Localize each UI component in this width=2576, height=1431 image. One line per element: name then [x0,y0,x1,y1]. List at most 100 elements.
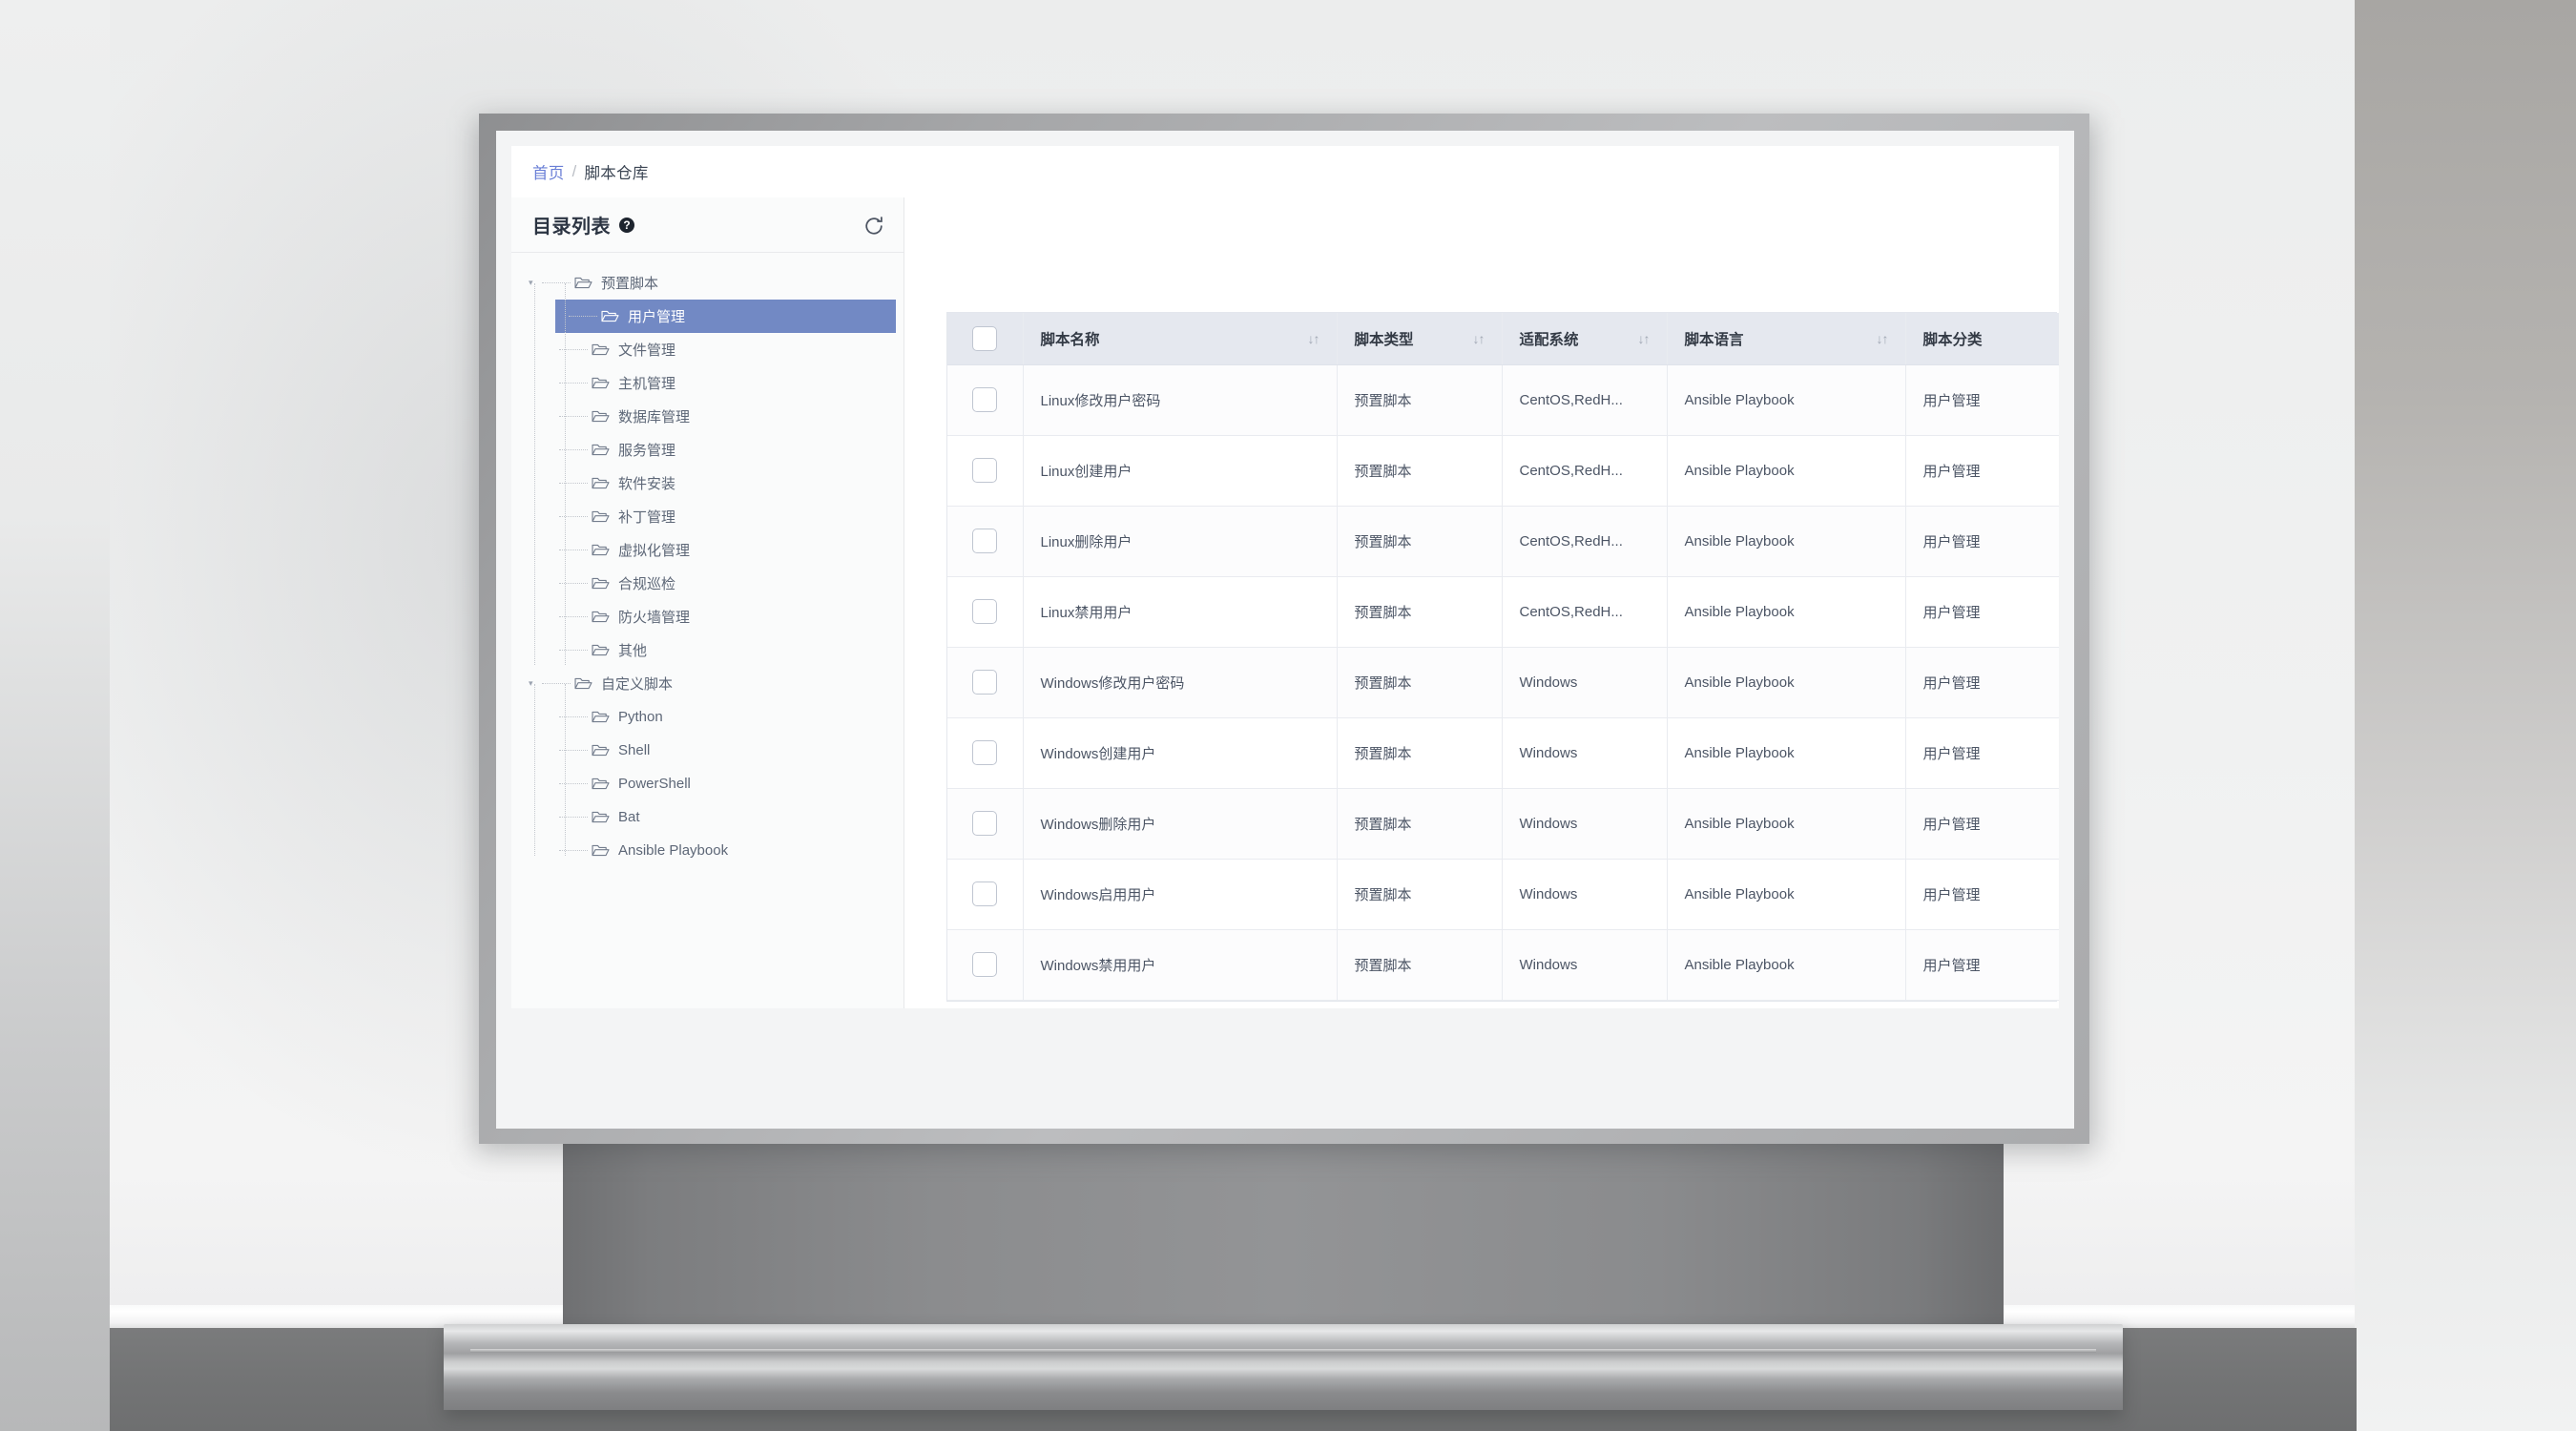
sort-icon-name[interactable]: ↓↑ [1308,331,1320,346]
cell-script-name: Windows启用用户 [1023,859,1338,930]
tree-item-python[interactable]: Python [511,700,904,734]
expand-caret-icon[interactable]: ▾ [529,279,542,287]
folder-icon [592,710,610,724]
folder-icon [592,810,610,824]
row-checkbox[interactable] [972,670,998,695]
row-checkbox[interactable] [972,952,998,977]
script-table: 脚本名称 ↓↑ 脚本类型 ↓↑ 适配系统 ↓↑ 脚本语言 ↓↑ 脚本分类 Lin… [947,313,2059,1001]
tree-item-label: 软件安装 [618,476,676,492]
folder-icon [592,376,610,390]
table-row[interactable]: Windows启用用户 预置脚本 Windows Ansible Playbook 用户… [947,859,2059,930]
select-all-checkbox[interactable] [972,325,998,351]
table-row[interactable]: Linux删除用户 预置脚本 CentOS,RedH... Ansible Playb… [947,506,2059,577]
cell-script-category: 用户管理 [1905,859,2059,930]
tree-item-主机管理[interactable]: 主机管理 [511,366,904,400]
cell-script-category: 用户管理 [1905,647,2059,718]
cell-script-language: Ansible Playbook [1667,364,1906,436]
sidebar-directory-panel: 目录列表 ? ▾ 预置脚本 用户管理 文件管理 主机管理 数据库管理 服务管理 软件安装 补丁管… [511,197,904,1008]
tree-item-label: 合规巡检 [618,576,676,592]
tree-item-其他[interactable]: 其他 [511,633,904,667]
folder-icon [592,576,610,591]
folder-icon [592,643,610,657]
tree-item-label: Shell [618,742,651,758]
tree-item-软件安装[interactable]: 软件安装 [511,467,904,500]
sort-icon-os[interactable]: ↓↑ [1638,331,1651,346]
breadcrumb-home-link[interactable]: 首页 [532,160,565,183]
column-header-name[interactable]: 脚本名称 ↓↑ [1023,313,1338,365]
tree-item-ansible-playbook[interactable]: Ansible Playbook [511,834,904,867]
folder-icon [592,743,610,757]
tree-item-合规巡检[interactable]: 合规巡检 [511,567,904,600]
help-icon[interactable]: ? [619,217,634,233]
column-header-category[interactable]: 脚本分类 ↓↑ [1905,313,2059,365]
cell-script-language: Ansible Playbook [1667,859,1906,930]
tree-guide-line [559,383,588,384]
row-checkbox[interactable] [972,458,998,483]
table-row[interactable]: Linux修改用户密码 预置脚本 CentOS,RedH... Ansible Pla… [947,364,2059,436]
row-checkbox[interactable] [972,387,998,412]
tree-guide-line [542,683,571,684]
tree-item-用户管理[interactable]: 用户管理 [555,300,896,333]
column-header-type[interactable]: 脚本类型 ↓↑ [1337,313,1503,365]
tree-guide-line [559,750,588,751]
tree-item-label: Bat [618,809,640,825]
row-checkbox[interactable] [972,881,998,906]
tree-item-powershell[interactable]: PowerShell [511,767,904,800]
row-checkbox[interactable] [972,529,998,553]
tree-item-服务管理[interactable]: 服务管理 [511,433,904,467]
column-header-type-label: 脚本类型 [1354,331,1414,348]
cell-script-name: Windows删除用户 [1023,788,1338,860]
table-row[interactable]: Windows创建用户 预置脚本 Windows Ansible Playbook 用户… [947,717,2059,789]
directory-tree: ▾ 预置脚本 用户管理 文件管理 主机管理 数据库管理服务管理软件安装补丁管理虚拟化管理合… [511,253,904,1008]
tree-item-虚拟化管理[interactable]: 虚拟化管理 [511,533,904,567]
tree-item-防火墙管理[interactable]: 防火墙管理 [511,600,904,633]
tree-guide-line [559,616,588,617]
row-checkbox-cell [947,506,1024,577]
folder-icon [601,309,619,323]
row-checkbox[interactable] [972,811,998,836]
table-row[interactable]: Linux创建用户 预置脚本 CentOS,RedH... Ansible Playb… [947,435,2059,507]
cell-script-category: 用户管理 [1905,717,2059,789]
sort-icon-type[interactable]: ↓↑ [1473,331,1485,346]
cell-script-name: Windows修改用户密码 [1023,647,1338,718]
cell-script-language: Ansible Playbook [1667,929,1906,1001]
table-row[interactable]: Windows删除用户 预置脚本 Windows Ansible Playbook 用户… [947,788,2059,860]
row-checkbox-cell [947,717,1024,789]
folder-icon [592,843,610,858]
tree-item-label: 补丁管理 [618,509,676,526]
cell-script-type: 预置脚本 [1337,788,1503,860]
tree-item-数据库管理[interactable]: 数据库管理 [511,400,904,433]
tree-item-label: 自定义脚本 [601,676,674,693]
row-checkbox[interactable] [972,740,998,765]
tree-item-补丁管理[interactable]: 补丁管理 [511,500,904,533]
cell-script-name: Linux修改用户密码 [1023,364,1338,436]
cell-script-os: Windows [1502,929,1668,1001]
column-header-lang[interactable]: 脚本语言 ↓↑ [1667,313,1906,365]
tree-item-文件管理[interactable]: 文件管理 [511,333,904,366]
table-header-row: 脚本名称 ↓↑ 脚本类型 ↓↑ 适配系统 ↓↑ 脚本语言 ↓↑ 脚本分类 [947,313,2059,365]
refresh-icon[interactable] [863,215,884,236]
cell-script-type: 预置脚本 [1337,717,1503,789]
cell-script-category: 用户管理 [1905,788,2059,860]
table-row[interactable]: Windows禁用用户 预置脚本 Windows Ansible Playbook 用户… [947,929,2059,1001]
tree-guide-line [559,783,588,784]
folder-icon [574,676,592,691]
tree-item-预置脚本[interactable]: ▾ 预置脚本 [511,266,904,300]
cell-script-os: Windows [1502,859,1668,930]
row-checkbox[interactable] [972,599,998,624]
tree-item-自定义脚本[interactable]: ▾ 自定义脚本 [511,667,904,700]
cell-script-category: 用户管理 [1905,435,2059,507]
column-header-os[interactable]: 适配系统 ↓↑ [1502,313,1668,365]
tree-guide-line [559,850,588,851]
sort-icon-lang[interactable]: ↓↑ [1877,331,1889,346]
tree-guide-line [559,416,588,417]
row-checkbox-cell [947,435,1024,507]
table-row[interactable]: Windows修改用户密码 预置脚本 Windows Ansible Playbook… [947,647,2059,718]
cell-script-name: Linux创建用户 [1023,435,1338,507]
tree-item-label: 服务管理 [618,443,676,459]
cell-script-category: 用户管理 [1905,929,2059,1001]
table-row[interactable]: Linux禁用用户 预置脚本 CentOS,RedH... Ansible Playb… [947,576,2059,648]
expand-caret-icon[interactable]: ▾ [529,679,542,688]
tree-item-shell[interactable]: Shell [511,734,904,767]
tree-item-bat[interactable]: Bat [511,800,904,834]
